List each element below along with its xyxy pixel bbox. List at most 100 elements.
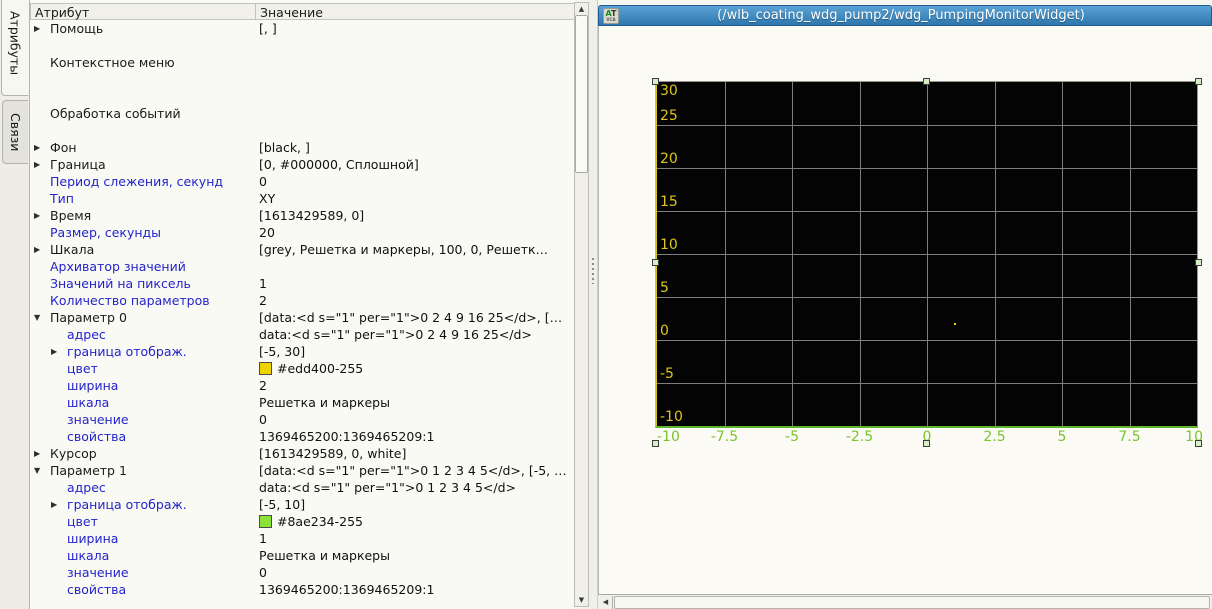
attr-row[interactable]: ширина1 bbox=[30, 530, 575, 547]
attr-row[interactable]: шкалаРешетка и маркеры bbox=[30, 547, 575, 564]
openscada-app-icon[interactable]: ATVCA bbox=[603, 8, 619, 24]
attr-row[interactable]: адресdata:<d s="1" per="1">0 2 4 9 16 25… bbox=[30, 326, 575, 343]
attr-row[interactable]: Значений на пиксель1 bbox=[30, 275, 575, 292]
attr-row[interactable]: Обработка событий bbox=[30, 105, 575, 122]
attr-value[interactable]: 0 bbox=[259, 173, 601, 190]
attr-row[interactable]: адресdata:<d s="1" per="1">0 1 2 3 4 5</… bbox=[30, 479, 575, 496]
attr-row[interactable]: ▶Граница[0, #000000, Сплошной] bbox=[30, 156, 575, 173]
selection-handle[interactable] bbox=[1195, 259, 1202, 266]
attr-rows-list: ▶Помощь[, ] Контекстное меню Обработка соб… bbox=[30, 20, 575, 598]
scroll-down-arrow-icon[interactable]: ▼ bbox=[575, 594, 588, 606]
y-tick-label: 5 bbox=[660, 281, 669, 296]
expand-arrow-icon[interactable]: ▶ bbox=[51, 496, 57, 513]
selection-handle[interactable] bbox=[923, 440, 930, 447]
collapse-arrow-icon[interactable]: ▼ bbox=[34, 309, 40, 326]
expand-arrow-icon[interactable]: ▶ bbox=[34, 20, 40, 37]
panel-splitter[interactable] bbox=[589, 0, 598, 609]
vscrollbar-thumb[interactable] bbox=[575, 15, 588, 173]
attr-row[interactable]: ▶граница отображ.[-5, 10] bbox=[30, 496, 575, 513]
attr-value[interactable]: 0 bbox=[259, 564, 601, 581]
attr-value[interactable]: [, ] bbox=[259, 20, 601, 37]
attr-value[interactable]: [black, ] bbox=[259, 139, 601, 156]
tab-links[interactable]: Связи bbox=[2, 100, 28, 164]
attr-name: адрес bbox=[67, 326, 106, 343]
attr-value[interactable]: Решетка и маркеры bbox=[259, 394, 601, 411]
tab-attributes[interactable]: Атрибуты bbox=[1, 0, 29, 96]
attr-name: Период слежения, секунд bbox=[50, 173, 223, 190]
hscrollbar-thumb[interactable] bbox=[614, 596, 1210, 609]
attr-row[interactable]: цвет#edd400-255 bbox=[30, 360, 575, 377]
attr-row[interactable]: значение0 bbox=[30, 411, 575, 428]
expand-arrow-icon[interactable]: ▶ bbox=[34, 445, 40, 462]
attr-value[interactable]: [data:<d s="1" per="1">0 2 4 9 16 25</d>… bbox=[259, 309, 601, 326]
attr-value[interactable]: [-5, 30] bbox=[259, 343, 601, 360]
attr-row[interactable]: ширина2 bbox=[30, 377, 575, 394]
attr-value[interactable]: 1369465200:1369465209:1 bbox=[259, 581, 601, 598]
attr-row[interactable]: ▼Параметр 1[data:<d s="1" per="1">0 1 2 … bbox=[30, 462, 575, 479]
attr-row[interactable]: ▶Фон[black, ] bbox=[30, 139, 575, 156]
attr-row[interactable]: шкалаРешетка и маркеры bbox=[30, 394, 575, 411]
selection-handle[interactable] bbox=[652, 78, 659, 85]
x-tick-label: 7.5 bbox=[1106, 430, 1154, 444]
color-swatch[interactable] bbox=[259, 362, 272, 375]
attr-value[interactable]: XY bbox=[259, 190, 601, 207]
attr-value[interactable]: [grey, Решетка и маркеры, 100, 0, Решетк… bbox=[259, 241, 601, 258]
attr-row[interactable]: Архиватор значений bbox=[30, 258, 575, 275]
diagram-plot-area[interactable]: 302520151050-5-10 bbox=[655, 81, 1198, 428]
attr-value[interactable]: data:<d s="1" per="1">0 1 2 3 4 5</d> bbox=[259, 479, 601, 496]
attr-value[interactable]: [1613429589, 0, white] bbox=[259, 445, 601, 462]
attr-row[interactable]: ▶Курсор[1613429589, 0, white] bbox=[30, 445, 575, 462]
attr-value[interactable]: Решетка и маркеры bbox=[259, 547, 601, 564]
widget-window-titlebar[interactable]: ATVCA (/wlb_coating_wdg_pump2/wdg_Pumpin… bbox=[598, 5, 1212, 26]
attr-row[interactable]: цвет#8ae234-255 bbox=[30, 513, 575, 530]
selection-handle[interactable] bbox=[1195, 78, 1202, 85]
attr-value[interactable]: [0, #000000, Сплошной] bbox=[259, 156, 601, 173]
attr-value[interactable]: 2 bbox=[259, 292, 601, 309]
attr-row[interactable]: значение0 bbox=[30, 564, 575, 581]
column-header-value[interactable]: Значение bbox=[256, 4, 323, 19]
collapse-arrow-icon[interactable]: ▼ bbox=[34, 462, 40, 479]
expand-arrow-icon[interactable]: ▶ bbox=[34, 156, 40, 173]
expand-arrow-icon[interactable]: ▶ bbox=[51, 343, 57, 360]
attr-row[interactable]: ▶граница отображ.[-5, 30] bbox=[30, 343, 575, 360]
attr-row[interactable]: Период слежения, секунд0 bbox=[30, 173, 575, 190]
attr-value[interactable]: [data:<d s="1" per="1">0 1 2 3 4 5</d>, … bbox=[259, 462, 601, 479]
attr-value[interactable]: [-5, 10] bbox=[259, 496, 601, 513]
scroll-left-arrow-icon[interactable]: ◀ bbox=[599, 596, 613, 609]
attr-panel-vscrollbar[interactable]: ▲ ▼ bbox=[574, 2, 589, 607]
selection-handle[interactable] bbox=[923, 78, 930, 85]
attr-row[interactable]: ▶Шкала[grey, Решетка и маркеры, 100, 0, … bbox=[30, 241, 575, 258]
workspace-hscrollbar[interactable]: ◀ bbox=[598, 594, 1212, 609]
expand-arrow-icon[interactable]: ▶ bbox=[34, 241, 40, 258]
attr-value[interactable]: 2 bbox=[259, 377, 601, 394]
selection-handle[interactable] bbox=[652, 440, 659, 447]
attr-value[interactable]: 20 bbox=[259, 224, 601, 241]
expand-arrow-icon[interactable]: ▶ bbox=[34, 207, 40, 224]
attr-name: Количество параметров bbox=[50, 292, 210, 309]
attr-row[interactable]: ▶Помощь[, ] bbox=[30, 20, 575, 37]
attr-row[interactable]: свойства1369465200:1369465209:1 bbox=[30, 428, 575, 445]
column-header-attribute[interactable]: Атрибут bbox=[31, 4, 256, 19]
attr-value[interactable]: 1369465200:1369465209:1 bbox=[259, 428, 601, 445]
attr-row[interactable]: Количество параметров2 bbox=[30, 292, 575, 309]
attr-row[interactable]: Размер, секунды20 bbox=[30, 224, 575, 241]
diagram-widget[interactable]: 302520151050-5-10 -10-7.5-5-2.502.557.51… bbox=[655, 81, 1199, 443]
attr-value[interactable]: #edd400-255 bbox=[259, 360, 601, 377]
attr-row[interactable]: ▶Время[1613429589, 0] bbox=[30, 207, 575, 224]
attr-row[interactable]: свойства1369465200:1369465209:1 bbox=[30, 581, 575, 598]
scroll-up-arrow-icon[interactable]: ▲ bbox=[575, 3, 588, 15]
selection-handle[interactable] bbox=[1195, 440, 1202, 447]
color-swatch[interactable] bbox=[259, 515, 272, 528]
grid-line-v bbox=[1130, 82, 1131, 426]
attr-row[interactable]: Контекстное меню bbox=[30, 54, 575, 71]
attr-value[interactable]: [1613429589, 0] bbox=[259, 207, 601, 224]
attr-value[interactable]: 1 bbox=[259, 530, 601, 547]
expand-arrow-icon[interactable]: ▶ bbox=[34, 139, 40, 156]
attr-value[interactable]: 0 bbox=[259, 411, 601, 428]
attr-value[interactable]: data:<d s="1" per="1">0 2 4 9 16 25</d> bbox=[259, 326, 601, 343]
selection-handle[interactable] bbox=[652, 259, 659, 266]
attr-value[interactable]: #8ae234-255 bbox=[259, 513, 601, 530]
attr-row[interactable]: ▼Параметр 0[data:<d s="1" per="1">0 2 4 … bbox=[30, 309, 575, 326]
attr-row[interactable]: ТипXY bbox=[30, 190, 575, 207]
attr-value[interactable]: 1 bbox=[259, 275, 601, 292]
